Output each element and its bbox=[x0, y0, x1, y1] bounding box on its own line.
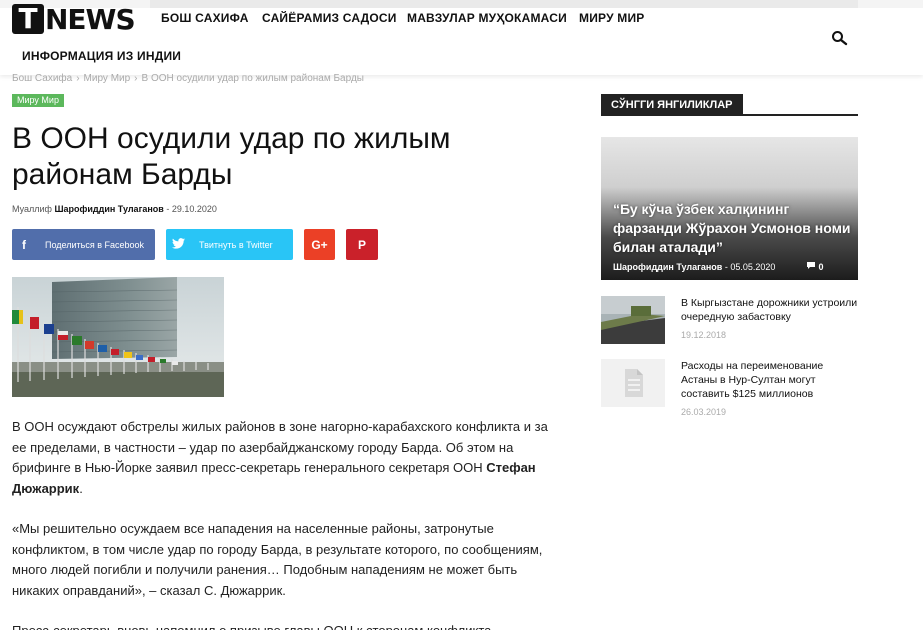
top-ad-strip bbox=[0, 0, 923, 8]
article-meta: Муаллиф Шарофиддин Тулаганов - 29.10.202… bbox=[12, 204, 217, 214]
featured-title[interactable]: “Бу кўча ўзбек халқининг фарзанди Жўрахо… bbox=[613, 200, 853, 257]
featured-separator: - bbox=[724, 262, 728, 272]
site-logo[interactable]: T NEWS bbox=[12, 2, 136, 36]
meta-separator: - bbox=[166, 204, 170, 214]
widget-title: СЎНГГИ ЯНГИЛИКЛАР bbox=[601, 94, 743, 116]
breadcrumb: Бош Сахифа › Миру Мир › В ООН осудили удар п… bbox=[12, 73, 364, 84]
nav-item-planet[interactable]: САЙЁРАМИЗ САДОСИ bbox=[262, 11, 397, 25]
facebook-icon: f bbox=[22, 237, 26, 252]
featured-comment-count[interactable]: 0 bbox=[818, 262, 823, 272]
share-facebook-button[interactable]: f Поделиться в Facebook bbox=[12, 229, 155, 260]
pinterest-icon: P bbox=[357, 237, 366, 252]
site-header: T NEWS БОШ САХИФА САЙЁРАМИЗ САДОСИ МАВЗУ… bbox=[0, 0, 923, 75]
nav-item-india[interactable]: ИНФОРМАЦИЯ ИЗ ИНДИИ bbox=[22, 49, 181, 63]
featured-author[interactable]: Шарофиддин Тулаганов bbox=[613, 262, 722, 272]
share-pinterest-button[interactable]: P bbox=[346, 229, 378, 260]
nav-item-discussions[interactable]: МАВЗУЛАР МУҲОКАМАСИ bbox=[407, 11, 567, 25]
list-item[interactable]: Расходы на переименование Астаны в Нур-С… bbox=[601, 359, 859, 417]
breadcrumb-separator: › bbox=[134, 73, 138, 84]
widget-header: СЎНГГИ ЯНГИЛИКЛАР bbox=[601, 94, 858, 116]
article-paragraph: В ООН осуждают обстрелы жилых районов в … bbox=[12, 417, 564, 499]
share-twitter-button[interactable]: Твитнуть в Twitter bbox=[166, 229, 293, 260]
article-image bbox=[12, 277, 224, 397]
featured-meta: Шарофиддин Тулаганов - 05.05.2020 0 bbox=[613, 261, 823, 272]
share-google-button[interactable]: G+ bbox=[304, 229, 335, 260]
breadcrumb-category[interactable]: Миру Мир bbox=[84, 73, 131, 84]
breadcrumb-separator: › bbox=[76, 73, 80, 84]
list-item-thumbnail[interactable] bbox=[601, 296, 665, 344]
author-link[interactable]: Шарофиддин Тулаганов bbox=[54, 204, 163, 214]
comment-icon bbox=[806, 262, 819, 272]
meta-label: Муаллиф bbox=[12, 204, 52, 214]
breadcrumb-home[interactable]: Бош Сахифа bbox=[12, 73, 72, 84]
document-placeholder-icon bbox=[601, 359, 665, 407]
featured-date: 05.05.2020 bbox=[730, 262, 776, 272]
article-paragraph: Пресс-секретарь вновь напомнил о призыве… bbox=[12, 621, 564, 630]
list-item-title[interactable]: В Кыргызстане дорожники устроили очередн… bbox=[681, 296, 859, 324]
twitter-icon bbox=[166, 237, 190, 252]
list-item-date: 19.12.2018 bbox=[681, 330, 727, 340]
article-paragraph: «Мы решительно осуждаем все нападения на… bbox=[12, 521, 543, 598]
list-item-date: 26.03.2019 bbox=[681, 407, 727, 417]
list-item-title[interactable]: Расходы на переименование Астаны в Нур-С… bbox=[681, 359, 859, 401]
paragraph-end: . bbox=[79, 480, 83, 496]
logo-letter: T bbox=[12, 4, 44, 34]
breadcrumb-current: В ООН осудили удар по жилым районам Бард… bbox=[141, 73, 364, 84]
article-date: 29.10.2020 bbox=[171, 204, 217, 214]
list-item-thumbnail[interactable] bbox=[601, 359, 665, 407]
google-plus-icon: G+ bbox=[311, 237, 328, 252]
list-item[interactable]: В Кыргызстане дорожники устроили очередн… bbox=[601, 296, 858, 346]
logo-text: NEWS bbox=[45, 2, 136, 36]
share-twitter-label: Твитнуть в Twitter bbox=[199, 239, 273, 250]
nav-item-home[interactable]: БОШ САХИФА bbox=[161, 11, 249, 25]
share-facebook-label: Поделиться в Facebook bbox=[45, 239, 145, 250]
article-title: В ООН осудили удар по жилым районам Бард… bbox=[12, 122, 451, 191]
featured-post[interactable]: “Бу кўча ўзбек халқининг фарзанди Жўрахо… bbox=[601, 137, 858, 280]
paragraph-text: В ООН осуждают обстрелы жилых районов в … bbox=[12, 419, 548, 475]
nav-item-world[interactable]: МИРУ МИР bbox=[579, 11, 645, 25]
search-icon[interactable] bbox=[831, 30, 849, 46]
category-tag[interactable]: Миру Мир bbox=[12, 94, 64, 107]
